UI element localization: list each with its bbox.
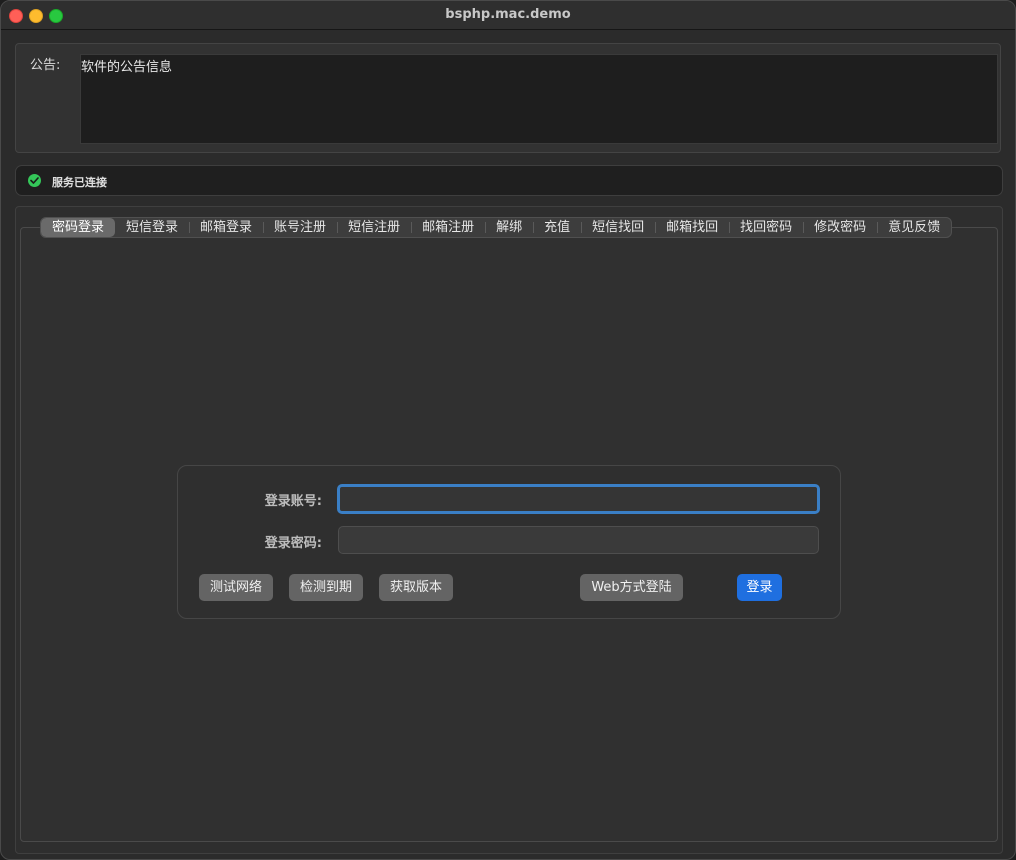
checkmark-circle-icon [28, 174, 41, 187]
web-login-button[interactable]: Web方式登陆 [580, 574, 683, 601]
login-button[interactable]: 登录 [737, 574, 782, 601]
tab-password-login[interactable]: 密码登录 [41, 218, 116, 237]
tab-email-register[interactable]: 邮箱注册 [411, 218, 485, 237]
tab-bar: 密码登录 短信登录 邮箱登录 账号注册 短信注册 邮箱注册 解绑 充值 短信找回… [40, 217, 953, 238]
account-input[interactable] [337, 484, 820, 514]
check-expiry-button[interactable]: 检测到期 [289, 574, 363, 601]
connection-status-bar: 服务已连接 [15, 165, 1003, 196]
test-network-button[interactable]: 测试网络 [199, 574, 273, 601]
notice-label: 公告: [30, 58, 61, 73]
tab-sms-register[interactable]: 短信注册 [337, 218, 411, 237]
window-title: bsphp.mac.demo [445, 7, 571, 22]
tab-recover-password[interactable]: 找回密码 [729, 218, 803, 237]
tab-unbind[interactable]: 解绑 [485, 218, 533, 237]
tab-email-recover[interactable]: 邮箱找回 [655, 218, 729, 237]
tab-recharge[interactable]: 充值 [533, 218, 581, 237]
tab-feedback[interactable]: 意见反馈 [877, 218, 951, 237]
notice-section: 公告: 软件的公告信息 [15, 43, 1001, 153]
connection-status-text: 服务已连接 [52, 176, 107, 189]
notice-text-area[interactable]: 软件的公告信息 [80, 54, 998, 144]
password-input[interactable] [338, 526, 819, 554]
app-window: bsphp.mac.demo 公告: 软件的公告信息 服务已连接 密码登录 短信… [0, 0, 1016, 860]
password-label: 登录密码: [264, 536, 322, 551]
get-version-button[interactable]: 获取版本 [379, 574, 453, 601]
tab-sms-recover[interactable]: 短信找回 [581, 218, 655, 237]
tab-sms-login[interactable]: 短信登录 [115, 218, 189, 237]
tab-email-login[interactable]: 邮箱登录 [189, 218, 263, 237]
login-form-panel: 登录账号: 登录密码: 测试网络 检测到期 获取版本 Web方式登陆 登录 [177, 465, 841, 619]
tab-account-register[interactable]: 账号注册 [263, 218, 337, 237]
tab-change-password[interactable]: 修改密码 [803, 218, 877, 237]
account-label: 登录账号: [264, 494, 322, 509]
title-bar[interactable]: bsphp.mac.demo [1, 1, 1015, 30]
